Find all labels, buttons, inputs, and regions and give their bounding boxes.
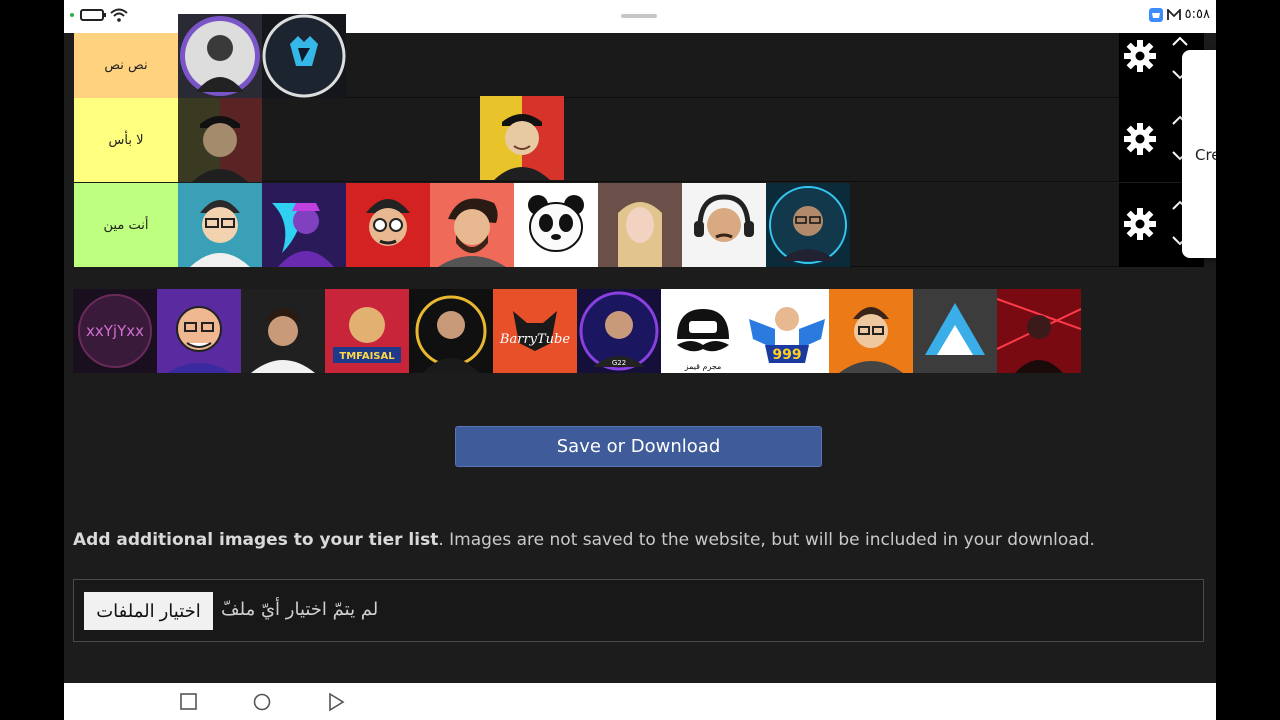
side-popup-card[interactable]: Cre (1182, 50, 1216, 258)
avatar[interactable] (682, 183, 766, 267)
tier-label[interactable]: أنت مين (74, 183, 178, 267)
store-badge-icon (1148, 7, 1163, 22)
right-letterbox (1216, 0, 1280, 720)
avatar[interactable] (913, 289, 997, 373)
file-status-text: لم يتمّ اختيار أيّ ملفّ (221, 599, 379, 620)
recents-square-icon[interactable] (179, 692, 199, 712)
avatar[interactable] (430, 183, 514, 267)
avatar-caption: TMFAISAL (339, 351, 395, 362)
avatar[interactable]: مجرم قيمز (661, 289, 745, 373)
avatar[interactable] (346, 183, 430, 267)
avatar-caption: xxYjYxx (86, 322, 144, 340)
tier-row: نص نص (74, 14, 1204, 98)
navigation-bar (64, 683, 1216, 720)
avatar[interactable]: BarryTube (493, 289, 577, 373)
avatar-caption: BarryTube (499, 332, 570, 347)
info-rest: . Images are not saved to the website, b… (438, 530, 1095, 550)
battery-icon (80, 9, 106, 21)
choose-files-button[interactable]: اختيار الملفات (84, 592, 213, 630)
avatar[interactable] (262, 14, 346, 98)
avatar[interactable] (178, 183, 262, 267)
avatar[interactable] (178, 14, 262, 98)
info-text: Add additional images to your tier list.… (73, 530, 1173, 550)
gear-icon[interactable] (1123, 207, 1157, 241)
app-frame: ٥:٥٨ نص نص لا بأس أنت مين Cre xxYjYxx TM… (64, 0, 1216, 720)
avatar[interactable] (514, 183, 598, 267)
avatar[interactable]: G22 (577, 289, 661, 373)
tier-label[interactable]: نص نص (74, 33, 178, 98)
gear-icon[interactable] (1123, 122, 1157, 156)
avatar[interactable] (262, 183, 346, 267)
back-triangle-icon[interactable] (326, 692, 346, 712)
avatar[interactable]: xxYjYxx (73, 289, 157, 373)
save-or-download-button[interactable]: Save or Download (455, 426, 822, 467)
side-popup-text: Cre (1195, 146, 1216, 164)
image-pool: xxYjYxx TMFAISAL BarryTube G22 مجرم قيمز… (73, 289, 1083, 373)
avatar-caption: G22 (612, 359, 626, 367)
avatar[interactable] (178, 98, 262, 182)
info-bold: Add additional images to your tier list (73, 530, 439, 550)
file-input-box: اختيار الملفات لم يتمّ اختيار أيّ ملفّ (73, 579, 1204, 642)
avatar[interactable] (766, 183, 850, 267)
avatar[interactable]: TMFAISAL (325, 289, 409, 373)
avatar[interactable] (598, 183, 682, 267)
avatar[interactable] (409, 289, 493, 373)
tier-row: أنت مين (74, 183, 1204, 267)
avatar[interactable] (829, 289, 913, 373)
home-circle-icon[interactable] (252, 692, 272, 712)
avatar-caption: 999 (772, 347, 801, 363)
mail-icon (1166, 8, 1181, 20)
tier-label-text: نص نص (104, 58, 148, 73)
avatar[interactable] (241, 289, 325, 373)
avatar[interactable]: 999 (745, 289, 829, 373)
tier-label[interactable]: لا بأس (74, 98, 178, 182)
avatar[interactable] (157, 289, 241, 373)
left-letterbox (0, 0, 64, 720)
wifi-icon (110, 8, 128, 22)
chevron-up-icon[interactable] (1171, 35, 1189, 47)
notification-dot-icon (70, 13, 74, 17)
tier-label-text: لا بأس (108, 132, 144, 148)
tier-row: لا بأس (74, 96, 1204, 182)
avatar[interactable] (480, 96, 564, 180)
avatar-caption: مجرم قيمز (684, 362, 722, 371)
clock: ٥:٥٨ (1184, 7, 1210, 22)
avatar[interactable] (997, 289, 1081, 373)
gear-icon[interactable] (1123, 39, 1157, 73)
drag-handle[interactable] (621, 14, 657, 18)
tier-label-text: أنت مين (103, 217, 149, 233)
